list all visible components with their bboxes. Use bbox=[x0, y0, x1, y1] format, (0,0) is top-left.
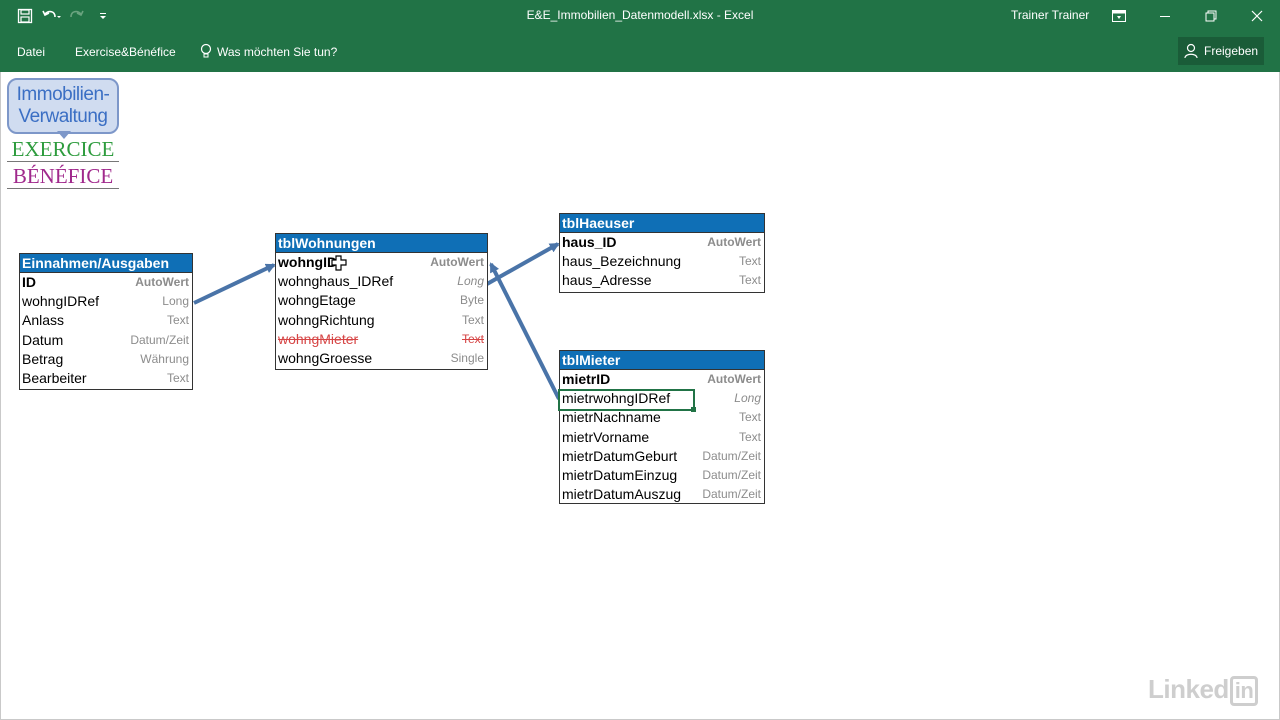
title-bar: E&E_Immobilien_Datenmodell.xlsx - Excel … bbox=[0, 0, 1280, 32]
field-type: Text bbox=[738, 273, 761, 288]
logo-bubble: Immobilien- Verwaltung bbox=[7, 78, 119, 134]
ribbon-display-options-icon[interactable] bbox=[1096, 0, 1142, 32]
table-title: tblHaeuser bbox=[560, 214, 764, 233]
field-name: ID bbox=[22, 274, 36, 290]
tell-me-search[interactable]: Was möchten Sie tun? bbox=[217, 43, 337, 61]
field-name: mietrVorname bbox=[562, 428, 650, 445]
field-name: wohngMieter bbox=[278, 330, 359, 347]
table-row[interactable]: mietrNachname Text bbox=[560, 408, 764, 427]
table-row[interactable]: wohngEtage Byte bbox=[276, 291, 487, 310]
field-type: AutoWert bbox=[135, 275, 189, 289]
table-row[interactable]: wohngGroesse Single bbox=[276, 349, 487, 368]
field-name: haus_ID bbox=[562, 234, 617, 250]
table-row[interactable]: wohnghaus_IDRef Long bbox=[276, 272, 487, 291]
table-row[interactable]: mietrVorname Text bbox=[560, 428, 764, 447]
field-type: Long bbox=[457, 274, 484, 289]
table-row[interactable]: haus_ID AutoWert bbox=[560, 233, 764, 252]
field-name: mietrDatumAuszug bbox=[562, 486, 682, 503]
field-type: AutoWert bbox=[707, 372, 761, 386]
table-row[interactable]: wohngID AutoWert bbox=[276, 253, 487, 272]
field-name: haus_Adresse bbox=[562, 272, 652, 289]
table-row[interactable]: Bearbeiter Text bbox=[20, 369, 192, 388]
field-type: Text bbox=[738, 254, 761, 269]
field-name: mietrNachname bbox=[562, 409, 661, 426]
field-name: wohngID bbox=[278, 254, 338, 270]
table-row[interactable]: mietrDatumGeburt Datum/Zeit bbox=[560, 447, 764, 466]
field-type: Text bbox=[461, 331, 484, 346]
logo-line-2: Verwaltung bbox=[18, 106, 108, 127]
mouse-cursor-icon bbox=[331, 255, 347, 271]
table-row[interactable]: wohngMieter Text bbox=[276, 330, 487, 349]
table-title: tblWohnungen bbox=[276, 234, 487, 253]
field-type: Text bbox=[738, 429, 761, 444]
lightbulb-icon bbox=[200, 43, 212, 62]
table-row[interactable]: wohngIDRef Long bbox=[20, 292, 192, 311]
watermark-brand-box: in bbox=[1229, 676, 1259, 706]
table-row[interactable]: haus_Adresse Text bbox=[560, 271, 764, 290]
field-name: Datum bbox=[22, 331, 64, 348]
field-name: Anlass bbox=[22, 312, 65, 329]
field-type: AutoWert bbox=[707, 235, 761, 249]
user-name[interactable]: Trainer Trainer bbox=[1011, 8, 1089, 22]
field-type: Datum/Zeit bbox=[702, 448, 761, 463]
table-einnahmen-ausgaben[interactable]: Einnahmen/Ausgaben ID AutoWert wohngIDRef… bbox=[19, 253, 193, 390]
field-type: Long bbox=[734, 391, 761, 406]
linkedin-watermark: Linked in bbox=[1148, 674, 1259, 706]
table-wohnungen[interactable]: tblWohnungen wohngID AutoWert wohnghaus_I… bbox=[275, 233, 488, 370]
table-row[interactable]: mietrDatumAuszug Datum/Zeit bbox=[560, 485, 764, 504]
share-label: Freigeben bbox=[1204, 44, 1259, 58]
table-haeuser[interactable]: tblHaeuser haus_ID AutoWert haus_Bezeichn… bbox=[559, 213, 765, 293]
field-type: Datum/Zeit bbox=[702, 487, 761, 502]
field-name: wohnghaus_IDRef bbox=[278, 273, 394, 290]
field-type: Single bbox=[450, 350, 484, 365]
field-name: wohngEtage bbox=[278, 292, 356, 309]
field-type: AutoWert bbox=[430, 255, 484, 269]
tab-datei[interactable]: Datei bbox=[17, 43, 45, 61]
table-row[interactable]: Betrag Währung bbox=[20, 350, 192, 369]
field-name: wohngRichtung bbox=[278, 311, 375, 328]
restore-icon[interactable] bbox=[1188, 0, 1234, 32]
field-name: mietrDatumGeburt bbox=[562, 447, 678, 464]
table-row[interactable]: Datum Datum/Zeit bbox=[20, 331, 192, 350]
table-title: Einnahmen/Ausgaben bbox=[20, 254, 192, 273]
field-type: Long bbox=[162, 294, 189, 309]
table-row[interactable]: mietrID AutoWert bbox=[560, 370, 764, 389]
logo-exercice: EXERCICE bbox=[7, 137, 119, 162]
field-type: Text bbox=[166, 313, 189, 328]
ribbon-tabs: Datei Exercise&Bénéfice Was möchten Sie … bbox=[0, 32, 1280, 72]
tab-exercise-benefice[interactable]: Exercise&Bénéfice bbox=[75, 43, 176, 61]
field-type: Währung bbox=[140, 351, 189, 366]
field-type: Datum/Zeit bbox=[702, 467, 761, 482]
field-name: wohngGroesse bbox=[278, 349, 373, 366]
table-row[interactable]: haus_Bezeichnung Text bbox=[560, 252, 764, 271]
field-name: mietrDatumEinzug bbox=[562, 466, 678, 483]
field-name: Betrag bbox=[22, 350, 64, 367]
field-type: Byte bbox=[459, 293, 484, 308]
active-cell-selection[interactable] bbox=[558, 389, 695, 411]
field-type: Text bbox=[461, 312, 484, 327]
table-title: tblMieter bbox=[560, 351, 764, 370]
field-name: haus_Bezeichnung bbox=[562, 253, 682, 270]
table-row[interactable]: wohngRichtung Text bbox=[276, 311, 487, 330]
logo-line-1: Immobilien- bbox=[16, 84, 110, 105]
field-name: mietrID bbox=[562, 371, 611, 387]
minimize-icon[interactable] bbox=[1142, 0, 1188, 32]
table-row[interactable]: Anlass Text bbox=[20, 311, 192, 330]
person-icon bbox=[1184, 43, 1198, 59]
share-button[interactable]: Freigeben bbox=[1178, 37, 1264, 65]
table-row[interactable]: ID AutoWert bbox=[20, 273, 192, 292]
field-type: Datum/Zeit bbox=[130, 332, 189, 347]
field-name: Bearbeiter bbox=[22, 369, 87, 386]
fill-handle[interactable] bbox=[691, 407, 696, 412]
logo-benefice: BÉNÉFICE bbox=[7, 164, 119, 189]
field-type: Text bbox=[166, 370, 189, 385]
field-type: Text bbox=[738, 410, 761, 425]
close-icon[interactable] bbox=[1234, 0, 1280, 32]
field-name: wohngIDRef bbox=[22, 293, 100, 310]
table-mieter[interactable]: tblMieter mietrID AutoWert mietrwohngIDRe… bbox=[559, 350, 765, 504]
watermark-brand: Linked bbox=[1148, 674, 1229, 704]
table-row[interactable]: mietrDatumEinzug Datum/Zeit bbox=[560, 466, 764, 485]
